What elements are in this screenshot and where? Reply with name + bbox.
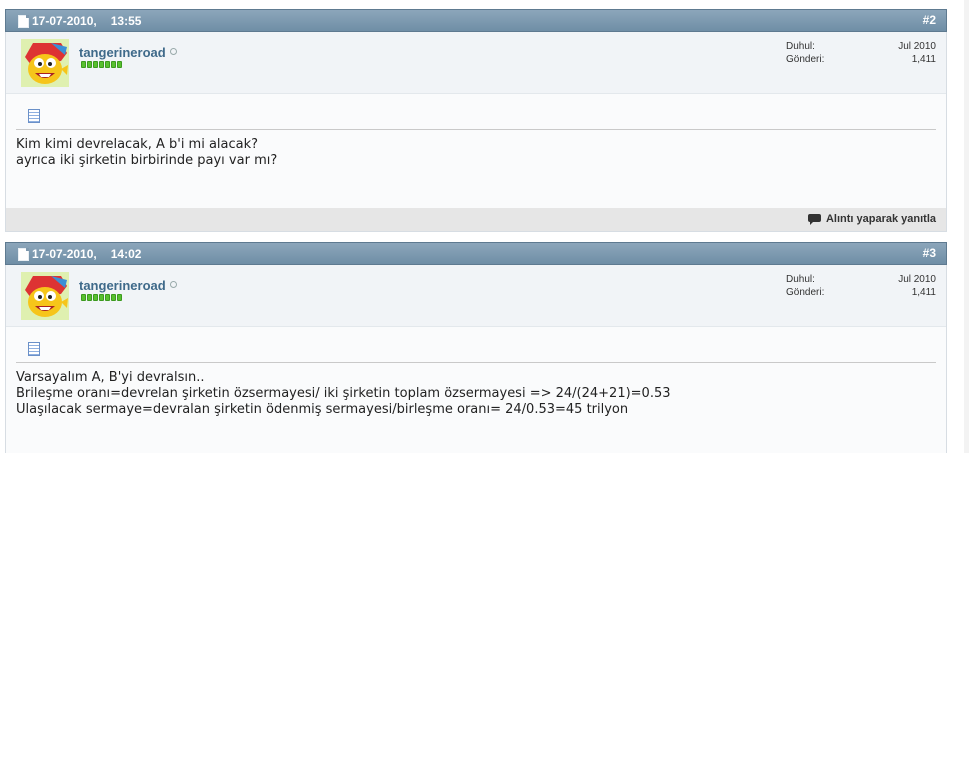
post-number-link[interactable]: #3 — [923, 246, 936, 260]
divider — [16, 362, 936, 363]
user-stats: Duhul: Jul 2010 Gönderi: 1,411 — [786, 273, 936, 299]
post-body: Varsayalım A, B'yi devralsın.. Brileşme … — [6, 327, 946, 418]
post-3: 17-07-2010, 14:02 #3 tangerineroad Duhul… — [5, 242, 947, 453]
post-doc-icon — [18, 247, 29, 261]
user-stats: Duhul: Jul 2010 Gönderi: 1,411 — [786, 40, 936, 66]
post-number-link[interactable]: #2 — [923, 13, 936, 27]
username: tangerineroad — [79, 45, 166, 60]
quote-icon — [807, 213, 821, 225]
username-link[interactable]: tangerineroad — [79, 45, 177, 60]
post-content: Kim kimi devrelacak, A b'i mi alacak? ay… — [16, 137, 278, 168]
online-status-icon — [169, 48, 177, 55]
avatar[interactable] — [21, 272, 69, 320]
post-time: 13:55 — [110, 14, 142, 28]
quote-reply-button[interactable]: Alıntı yaparak yanıtla — [807, 213, 936, 225]
post-2: 17-07-2010, 13:55 #2 tangerineroad Duhul… — [5, 9, 947, 232]
user-info: tangerineroad Duhul: Jul 2010 Gönderi: 1,4… — [6, 32, 946, 94]
post-content: Varsayalım A, B'yi devralsın.. Brileşme … — [16, 370, 671, 417]
post-time: 14:02 — [110, 247, 142, 261]
stat-value: 1,411 — [911, 287, 936, 298]
divider — [16, 129, 936, 130]
stat-label: Gönderi: — [786, 287, 825, 298]
stat-label: Duhul: — [786, 41, 815, 52]
username: tangerineroad — [79, 278, 166, 293]
stat-label: Gönderi: — [786, 54, 825, 65]
reputation-bar — [81, 294, 122, 301]
post-date: 17-07-2010, — [32, 14, 97, 28]
quote-reply-label: Alıntı yaparak yanıtla — [825, 213, 936, 225]
post-body: Kim kimi devrelacak, A b'i mi alacak? ay… — [6, 94, 946, 169]
stat-value: Jul 2010 — [898, 274, 936, 285]
post-header: 17-07-2010, 13:55 #2 — [5, 9, 947, 32]
post-footer: Alıntı yaparak yanıtla — [6, 208, 946, 231]
online-status-icon — [169, 281, 177, 288]
message-icon — [28, 109, 40, 123]
post-header: 17-07-2010, 14:02 #3 — [5, 242, 947, 265]
username-link[interactable]: tangerineroad — [79, 278, 177, 293]
post-date: 17-07-2010, — [32, 247, 97, 261]
message-icon — [28, 342, 40, 356]
user-info: tangerineroad Duhul: Jul 2010 Gönderi: 1,4… — [6, 265, 946, 327]
reputation-bar — [81, 61, 122, 68]
stat-value: Jul 2010 — [898, 41, 936, 52]
scrollbar-track[interactable] — [964, 0, 969, 453]
avatar[interactable] — [21, 39, 69, 87]
stat-value: 1,411 — [911, 54, 936, 65]
post-doc-icon — [18, 14, 29, 28]
stat-label: Duhul: — [786, 274, 815, 285]
